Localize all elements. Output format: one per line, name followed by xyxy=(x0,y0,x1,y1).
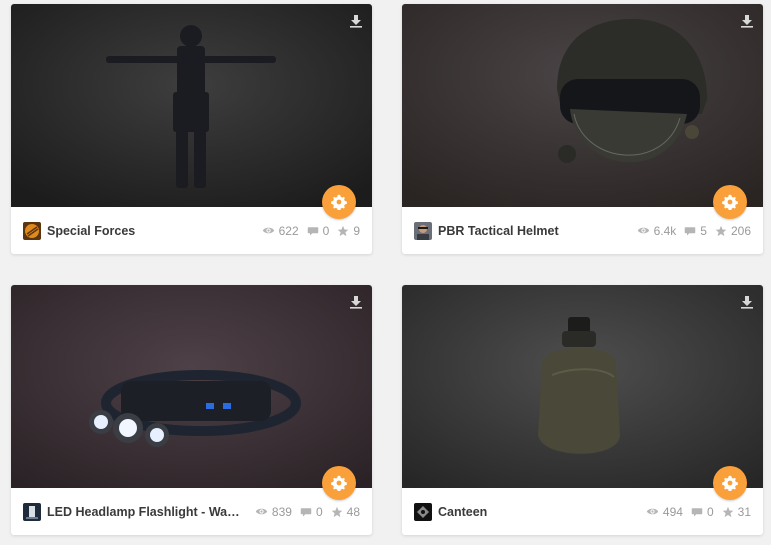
views-count: 6.4k xyxy=(637,224,676,238)
model-title[interactable]: Canteen xyxy=(438,505,487,519)
comment-icon xyxy=(684,225,696,237)
model-title[interactable]: Special Forces xyxy=(47,224,135,238)
download-icon[interactable] xyxy=(740,14,754,28)
star-icon xyxy=(331,506,343,518)
avatar[interactable] xyxy=(414,221,432,240)
card-footer: LED Headlamp Flashlight - Waterproof 839… xyxy=(11,488,372,535)
eye-icon xyxy=(262,224,275,237)
comments-count: 5 xyxy=(684,224,707,238)
download-icon[interactable] xyxy=(349,14,363,28)
likes-count: 9 xyxy=(337,224,360,238)
comment-icon xyxy=(691,506,703,518)
comments-count: 0 xyxy=(307,224,329,238)
model-title[interactable]: PBR Tactical Helmet xyxy=(438,224,559,238)
star-icon xyxy=(337,225,349,237)
download-icon[interactable] xyxy=(349,295,363,309)
avatar[interactable] xyxy=(23,221,41,240)
model-stats: 6.4k 5 206 xyxy=(629,224,751,238)
model-thumbnail[interactable] xyxy=(11,285,372,488)
download-icon[interactable] xyxy=(740,295,754,309)
model-card[interactable]: Canteen 494 0 31 xyxy=(402,285,763,535)
model-stats: 494 0 31 xyxy=(638,505,751,519)
model-stats: 839 0 48 xyxy=(247,505,360,519)
eye-icon xyxy=(646,505,659,518)
model-card[interactable]: LED Headlamp Flashlight - Waterproof 839… xyxy=(11,285,372,535)
likes-count: 31 xyxy=(722,505,751,519)
model-stats: 622 0 9 xyxy=(254,224,360,238)
model-thumbnail[interactable] xyxy=(11,4,372,207)
comment-icon xyxy=(300,506,312,518)
comments-count: 0 xyxy=(300,505,323,519)
views-count: 494 xyxy=(646,505,683,519)
card-footer: PBR Tactical Helmet 6.4k 5 206 xyxy=(402,207,763,254)
card-footer: Canteen 494 0 31 xyxy=(402,488,763,535)
model-thumbnail[interactable] xyxy=(402,4,763,207)
likes-count: 48 xyxy=(331,505,360,519)
comment-icon xyxy=(307,225,319,237)
views-count: 839 xyxy=(255,505,292,519)
model-card[interactable]: Special Forces 622 0 9 xyxy=(11,4,372,254)
model-thumbnail[interactable] xyxy=(402,285,763,488)
eye-icon xyxy=(255,505,268,518)
likes-count: 206 xyxy=(715,224,751,238)
star-icon xyxy=(715,225,727,237)
comments-count: 0 xyxy=(691,505,714,519)
star-icon xyxy=(722,506,734,518)
card-footer: Special Forces 622 0 9 xyxy=(11,207,372,254)
views-count: 622 xyxy=(262,224,299,238)
model-title[interactable]: LED Headlamp Flashlight - Waterproof xyxy=(47,505,241,519)
avatar[interactable] xyxy=(23,502,41,521)
avatar[interactable] xyxy=(414,502,432,521)
eye-icon xyxy=(637,224,650,237)
model-card[interactable]: PBR Tactical Helmet 6.4k 5 206 xyxy=(402,4,763,254)
